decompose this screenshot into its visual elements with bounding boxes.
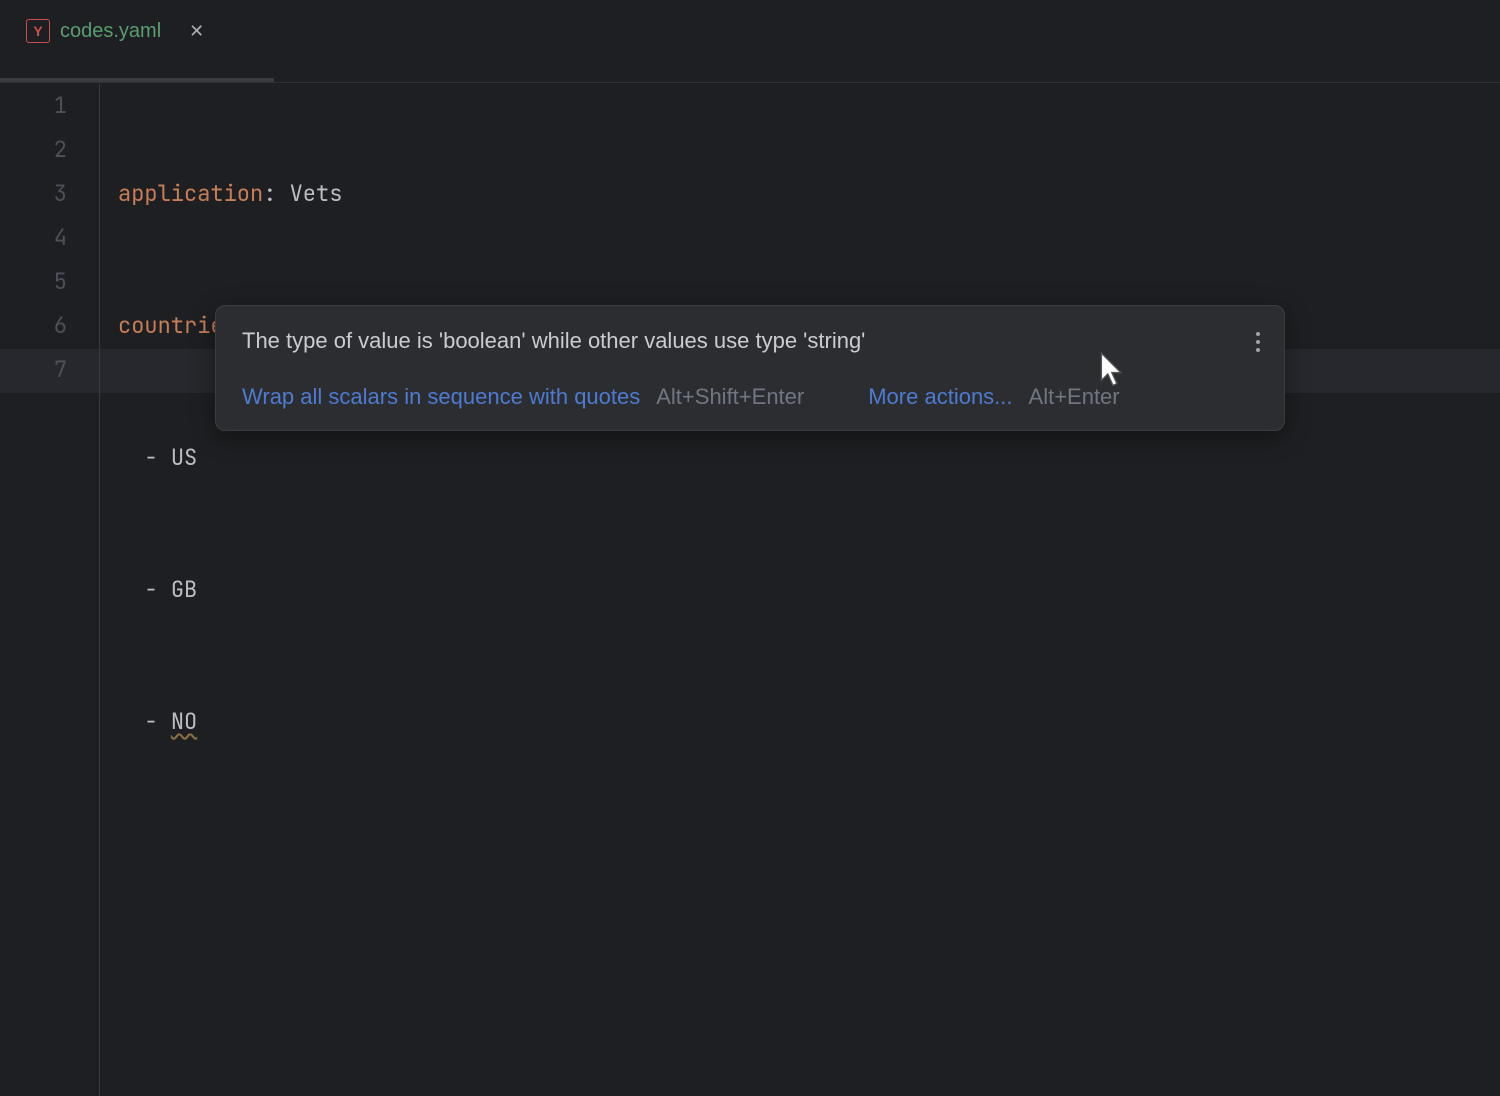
- line-number: 7: [54, 348, 67, 392]
- yaml-value: Vets: [290, 179, 343, 208]
- more-actions-shortcut: Alt+Enter: [1029, 384, 1120, 410]
- code-line[interactable]: application: Vets: [118, 172, 342, 216]
- editor-area[interactable]: 1 2 3 4 5 6 7 application: Vets countrie…: [0, 62, 1500, 1096]
- editor-divider: [0, 82, 1500, 83]
- yaml-value-warning: NO: [171, 707, 197, 736]
- hint-message: The type of value is 'boolean' while oth…: [242, 328, 1258, 354]
- yaml-dash: -: [144, 707, 157, 736]
- code-line[interactable]: - GB: [118, 568, 342, 612]
- tab-filename: codes.yaml: [60, 20, 161, 43]
- kebab-menu-icon[interactable]: [1252, 328, 1264, 356]
- line-number: 5: [54, 260, 67, 304]
- yaml-colon: :: [263, 179, 276, 208]
- line-number: 2: [54, 128, 67, 172]
- yaml-dash: -: [144, 443, 157, 472]
- code-line[interactable]: - US: [118, 436, 342, 480]
- yaml-value: US: [171, 443, 197, 472]
- line-number: 4: [54, 216, 67, 260]
- yaml-key: application: [118, 179, 263, 208]
- close-tab-icon[interactable]: ✕: [189, 21, 204, 42]
- code-line[interactable]: [118, 964, 342, 1008]
- quick-fix-link[interactable]: Wrap all scalars in sequence with quotes: [242, 384, 640, 410]
- line-number-gutter: 1 2 3 4 5 6 7: [0, 84, 100, 1096]
- line-number: 1: [54, 84, 67, 128]
- more-actions-link[interactable]: More actions...: [868, 384, 1012, 410]
- code-content[interactable]: application: Vets countries: - US - GB -…: [100, 84, 342, 1096]
- hint-actions-row: Wrap all scalars in sequence with quotes…: [242, 384, 1258, 410]
- tab-bar: Y codes.yaml ✕: [0, 0, 1500, 62]
- line-number: 6: [54, 304, 67, 348]
- inspection-hint-popup: The type of value is 'boolean' while oth…: [215, 305, 1285, 431]
- quick-fix-shortcut: Alt+Shift+Enter: [656, 384, 804, 410]
- code-line[interactable]: - NO: [118, 700, 342, 744]
- code-line[interactable]: [118, 832, 342, 876]
- yaml-file-icon: Y: [26, 19, 50, 43]
- line-number: 3: [54, 172, 67, 216]
- file-tab[interactable]: Y codes.yaml ✕: [26, 0, 212, 62]
